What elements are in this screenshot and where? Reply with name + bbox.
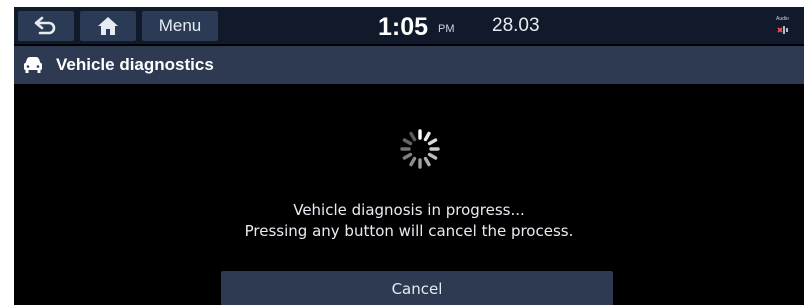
audio-status-indicator: Audio [774,16,794,36]
cancel-button[interactable]: Cancel [221,271,613,305]
top-bar: Menu 1:05 PM 28.03 Audio [14,7,804,44]
loading-spinner-icon [400,129,440,169]
date-display[interactable]: 28.03 [492,13,540,39]
head-unit-screen: Menu 1:05 PM 28.03 Audio Vehicle diagnos… [14,7,804,305]
title-bar: Vehicle diagnostics [14,46,804,84]
progress-message-line1: Vehicle diagnosis in progress... [293,201,525,219]
menu-label: Menu [158,16,202,35]
car-front-icon [24,57,42,73]
home-icon [98,17,118,35]
back-button[interactable] [18,11,74,41]
page-title: Vehicle diagnostics [56,55,214,74]
audio-source-icon [777,26,788,34]
progress-message-line2: Pressing any button will cancel the proc… [244,222,574,240]
menu-button[interactable]: Menu [142,11,218,41]
clock-ampm: PM [438,23,455,35]
cancel-label: Cancel [391,280,443,298]
back-arrow-icon [34,16,56,35]
clock-time[interactable]: 1:05 [378,10,428,44]
home-button[interactable] [80,11,136,41]
